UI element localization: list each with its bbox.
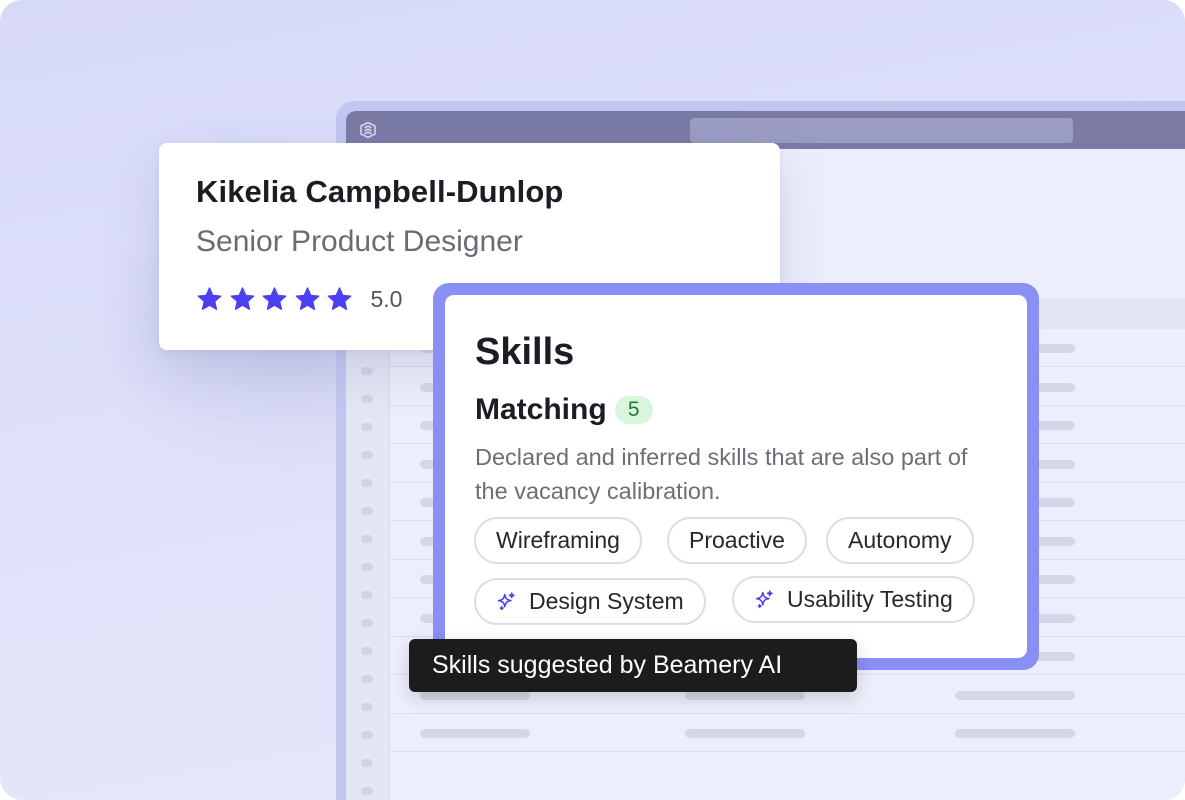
star-icon (197, 286, 222, 310)
sparkle-icon (497, 592, 515, 611)
cell-placeholder (420, 729, 530, 738)
skill-chip[interactable]: Autonomy (826, 517, 974, 564)
skill-chip-label: Usability Testing (787, 586, 953, 612)
candidate-role: Senior Product Designer (196, 225, 523, 258)
cell-placeholder (685, 729, 805, 738)
rating-stars (196, 286, 359, 313)
matching-count-badge: 5 (614, 396, 653, 424)
star-icon (327, 286, 352, 310)
sidebar-placeholder (361, 787, 373, 795)
matching-description: Declared and inferred skills that are al… (475, 444, 968, 504)
matching-section-header: Matching 5 (475, 393, 653, 427)
skill-chip[interactable]: Wireframing (474, 517, 642, 564)
address-bar[interactable] (690, 118, 1073, 143)
sidebar-placeholder (361, 731, 373, 739)
tooltip-text: Skills suggested by Beamery AI (432, 651, 783, 679)
skill-chip-ai[interactable]: Usability Testing (732, 576, 975, 623)
sidebar-placeholder (361, 619, 373, 627)
star-icon (230, 286, 254, 310)
skill-chip-label: Wireframing (496, 527, 620, 553)
sidebar-placeholder (361, 479, 373, 487)
cell-placeholder (955, 729, 1075, 738)
table-row (390, 714, 1185, 752)
cell-placeholder (955, 690, 1075, 700)
skill-chip-label: Proactive (689, 527, 785, 553)
skill-chip-label: Autonomy (848, 527, 952, 553)
sidebar-placeholder (361, 591, 373, 599)
sidebar-placeholder (361, 451, 373, 459)
sidebar-placeholder (361, 703, 373, 711)
matching-title: Matching (475, 393, 607, 426)
sparkle-icon (755, 590, 773, 609)
beamery-logo-icon (360, 121, 376, 139)
candidate-name: Kikelia Campbell-Dunlop (196, 174, 564, 209)
skills-card-highlight: Skills Matching 5 Declared and inferred … (433, 283, 1039, 670)
sidebar-placeholder (361, 367, 373, 375)
skill-chip-label: Design System (529, 588, 684, 614)
sidebar-placeholder (361, 423, 373, 431)
illustration-canvas: Kikelia Campbell-Dunlop Senior Product D… (0, 0, 1185, 800)
sidebar-placeholder (361, 535, 373, 543)
sidebar-placeholder (361, 507, 373, 515)
skill-chip[interactable]: Proactive (667, 517, 807, 564)
sidebar-placeholder (361, 647, 373, 655)
candidate-rating: 5.0 (196, 284, 402, 314)
sidebar-placeholder (361, 759, 373, 767)
sidebar-placeholder (361, 395, 373, 403)
rating-value: 5.0 (370, 285, 403, 312)
star-icon (262, 286, 287, 310)
sidebar-placeholder (361, 563, 373, 571)
skills-card: Skills Matching 5 Declared and inferred … (445, 295, 1027, 658)
skills-title: Skills (475, 331, 575, 373)
star-icon (295, 286, 319, 310)
ai-suggestion-tooltip: Skills suggested by Beamery AI (409, 639, 857, 692)
skill-chip-ai[interactable]: Design System (474, 578, 706, 625)
sidebar-placeholder (361, 675, 373, 683)
